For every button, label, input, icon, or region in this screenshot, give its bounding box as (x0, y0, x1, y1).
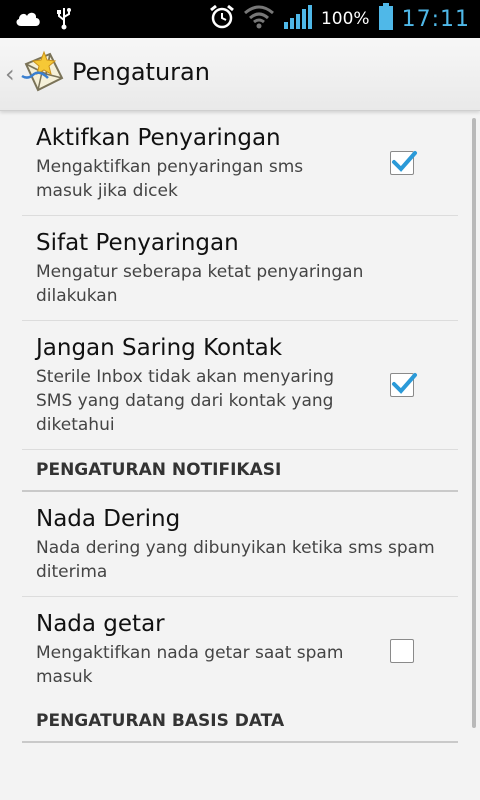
pref-title: Nada Dering (36, 506, 181, 532)
category-notifications: PENGATURAN NOTIFIKASI (22, 450, 458, 492)
pref-summary: Nada dering yang dibunyikan ketika sms s… (36, 538, 435, 582)
pref-summary: Mengatur seberapa ketat penyaringan dila… (36, 262, 364, 306)
action-bar: ‹ Pengaturan (0, 38, 480, 111)
clock: 17:11 (401, 6, 470, 32)
pref-title: Sifat Penyaringan (36, 230, 239, 256)
signal-icon (283, 4, 313, 34)
scrollbar[interactable] (472, 118, 476, 728)
status-bar: 100% 17:11 (0, 0, 480, 38)
filter-enable-checkbox[interactable] (390, 151, 417, 175)
usb-icon (56, 6, 72, 34)
pref-vibrate[interactable]: Nada getar Mengaktifkan nada getar saat … (22, 597, 458, 701)
battery-icon (378, 3, 394, 35)
battery-percent: 100% (320, 9, 370, 29)
back-chevron-icon[interactable]: ‹ (5, 60, 15, 88)
app-envelope-icon[interactable] (20, 50, 66, 96)
pref-filter-mode[interactable]: Sifat Penyaringan Mengatur seberapa keta… (22, 216, 458, 321)
skip-contacts-checkbox[interactable] (390, 373, 417, 397)
pref-ringtone[interactable]: Nada Dering Nada dering yang dibunyikan … (22, 492, 458, 597)
alarm-icon (209, 4, 235, 34)
pref-skip-contacts[interactable]: Jangan Saring Kontak Sterile Inbox tidak… (22, 321, 458, 450)
page-title: Pengaturan (72, 58, 210, 86)
wifi-icon (243, 5, 275, 33)
category-database: PENGATURAN BASIS DATA (22, 701, 458, 743)
preferences-list: Aktifkan Penyaringan Mengaktifkan penyar… (0, 111, 480, 800)
pref-title: Nada getar (36, 611, 165, 637)
pref-filter-enable[interactable]: Aktifkan Penyaringan Mengaktifkan penyar… (22, 111, 458, 216)
pref-title: Jangan Saring Kontak (36, 335, 283, 361)
cloud-icon (14, 8, 42, 32)
vibrate-checkbox[interactable] (390, 639, 414, 663)
